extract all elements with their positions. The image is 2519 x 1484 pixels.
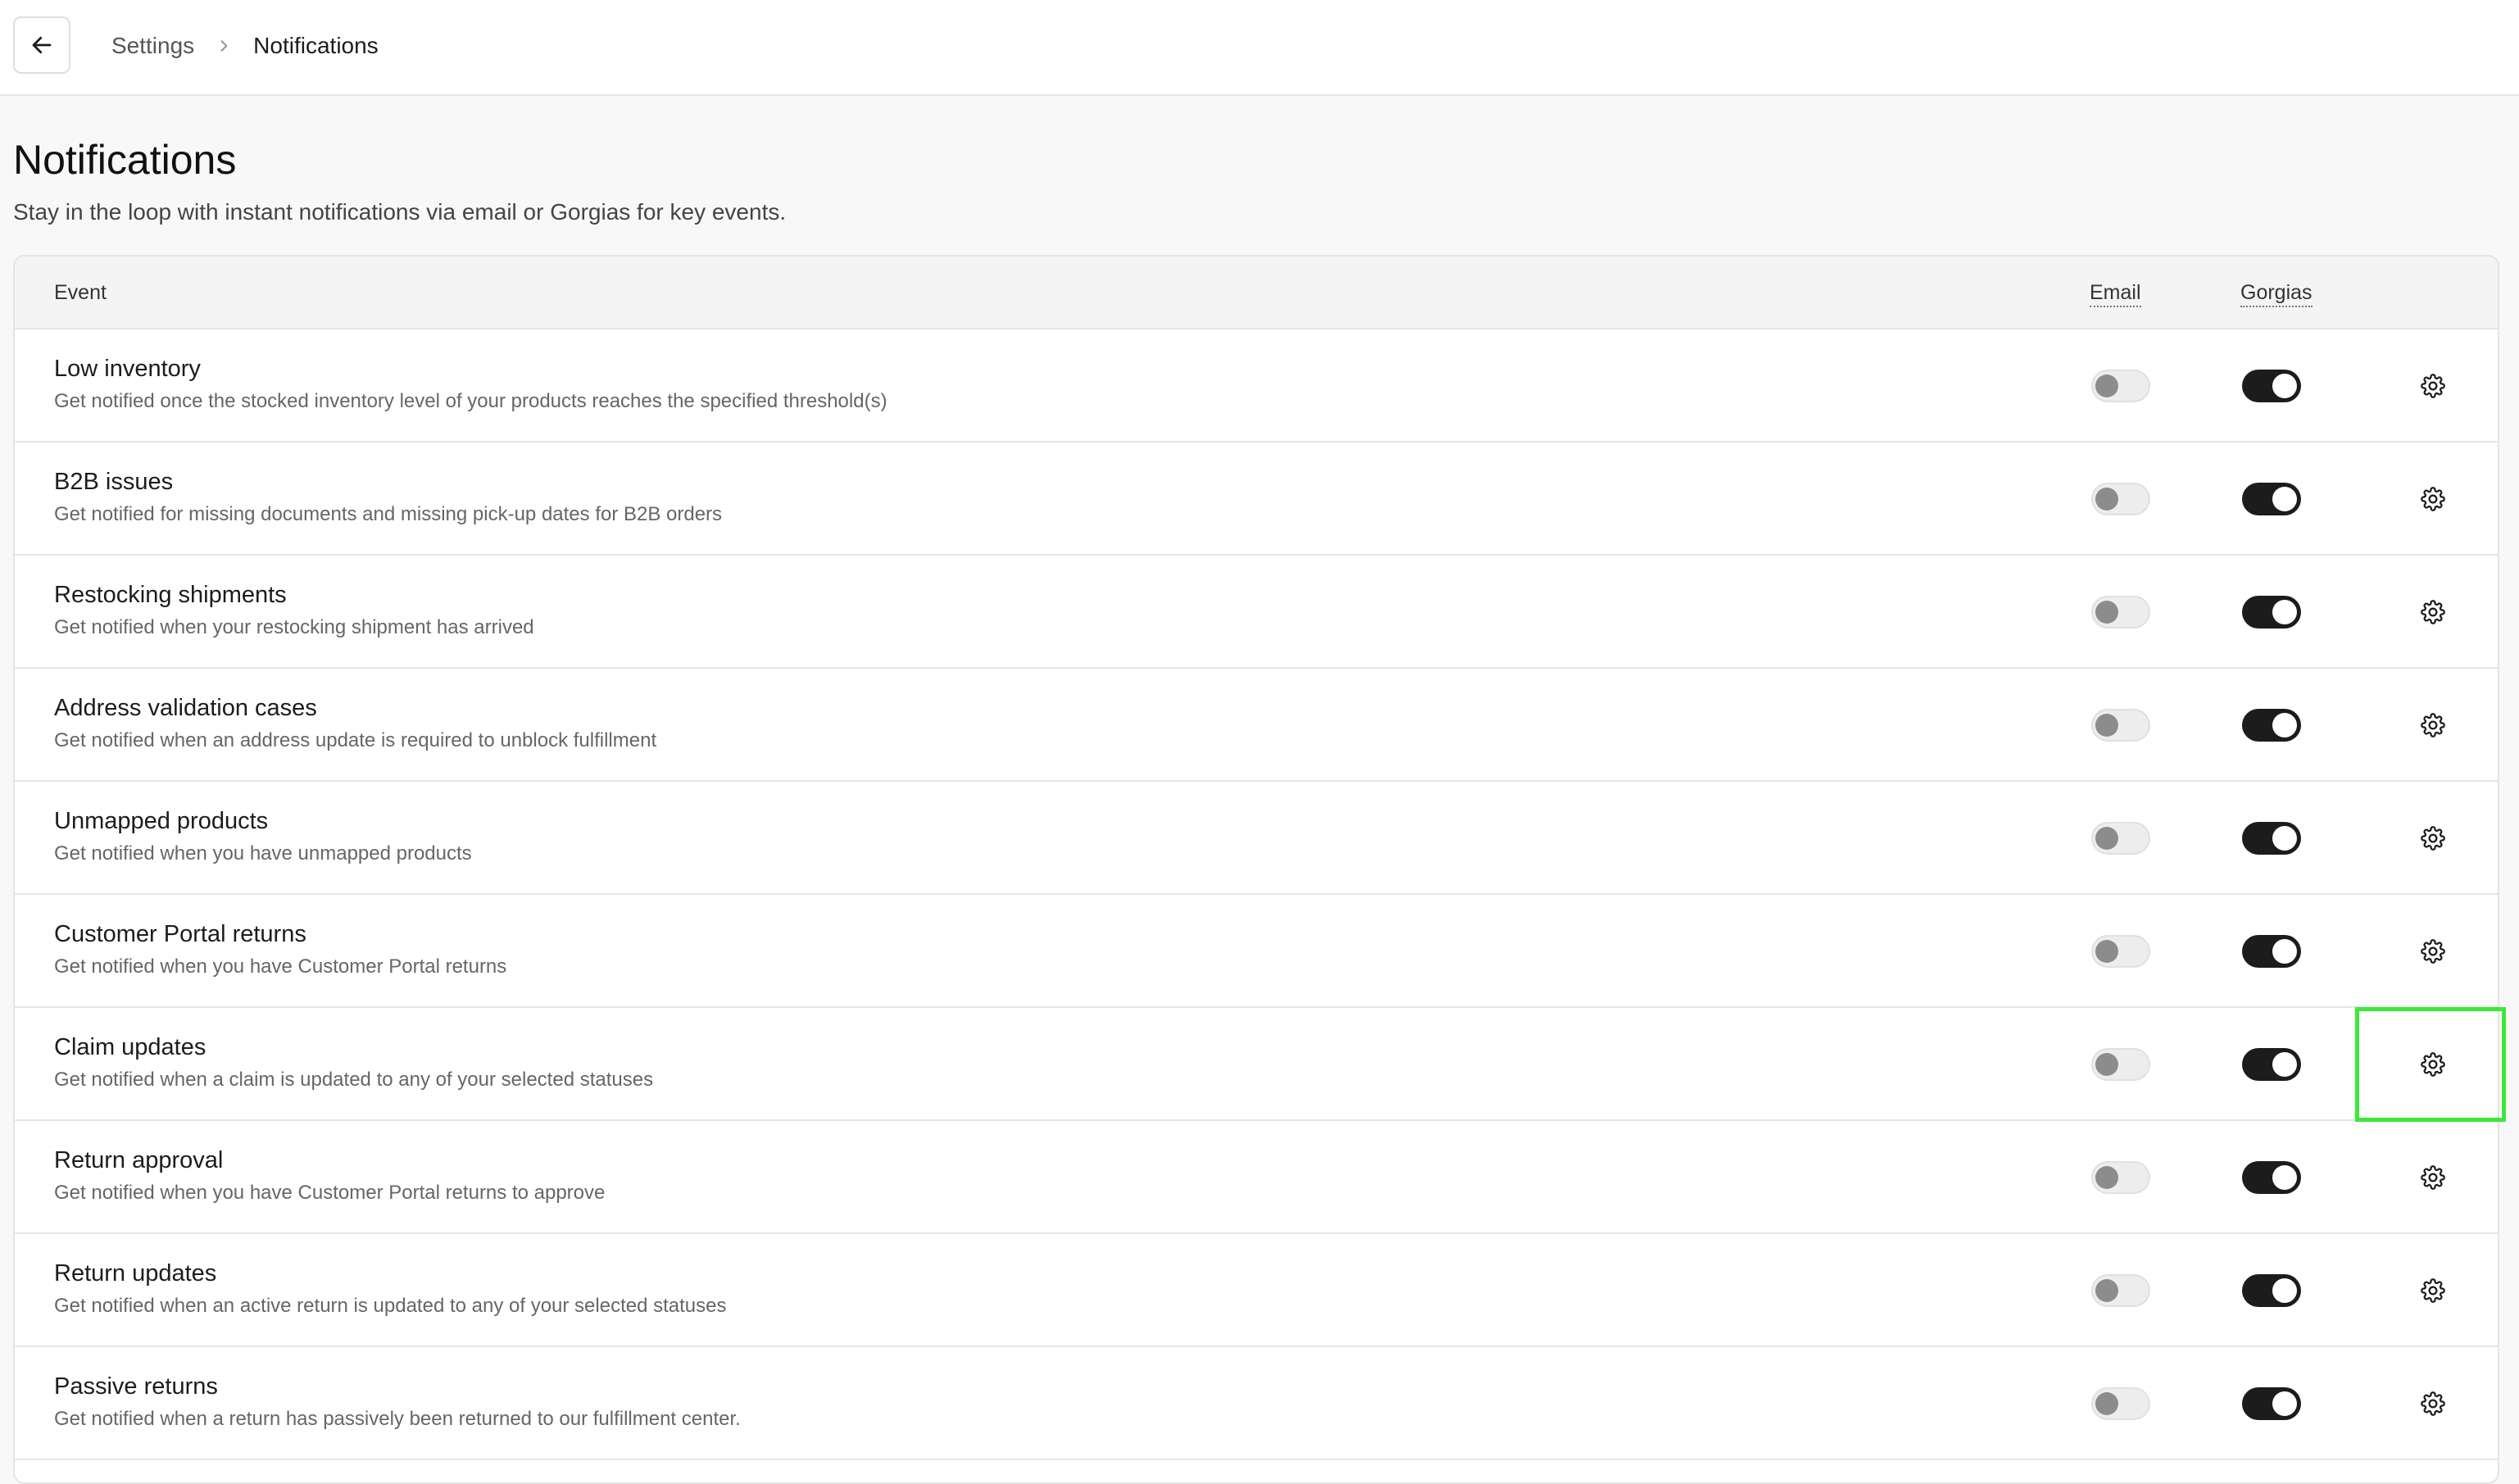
toggle-knob	[2095, 1392, 2118, 1415]
gorgias-toggle[interactable]	[2242, 1274, 2301, 1307]
gear-icon[interactable]	[2416, 1047, 2450, 1082]
gorgias-toggle[interactable]	[2242, 1161, 2301, 1194]
notifications-table: Event Email Gorgias Low inventory Get not…	[13, 255, 2499, 1484]
gear-icon[interactable]	[2416, 482, 2450, 516]
email-toggle[interactable]	[2091, 370, 2150, 402]
email-toggle[interactable]	[2091, 935, 2150, 968]
breadcrumb: Settings Notifications	[111, 0, 379, 92]
table-body: Low inventory Get notified once the stock…	[15, 329, 2498, 1460]
table-row: Return approval Get notified when you hav…	[15, 1121, 2498, 1234]
event-title: Return updates	[54, 1260, 217, 1287]
gear-icon[interactable]	[2416, 369, 2450, 403]
email-toggle[interactable]	[2091, 822, 2150, 855]
table-row: Return updates Get notified when an activ…	[15, 1234, 2498, 1347]
event-description: Get notified when an active return is up…	[54, 1295, 727, 1317]
page-subtitle: Stay in the loop with instant notificati…	[13, 199, 787, 225]
gear-icon[interactable]	[2416, 821, 2450, 855]
event-title: Unmapped products	[54, 808, 269, 834]
event-description: Get notified when you have Customer Port…	[54, 955, 507, 978]
toggle-knob	[2272, 826, 2297, 851]
table-row: Low inventory Get notified once the stock…	[15, 329, 2498, 442]
gear-icon[interactable]	[2416, 1160, 2450, 1195]
breadcrumb-current: Notifications	[253, 33, 379, 58]
toggle-knob	[2095, 1279, 2118, 1302]
toggle-knob	[2272, 600, 2297, 624]
event-description: Get notified once the stocked inventory …	[54, 390, 887, 412]
event-title: Claim updates	[54, 1034, 207, 1060]
email-toggle[interactable]	[2091, 1387, 2150, 1420]
event-description: Get notified when you have unmapped prod…	[54, 842, 472, 865]
event-description: Get notified when an address update is r…	[54, 729, 657, 751]
gorgias-toggle[interactable]	[2242, 483, 2301, 515]
email-toggle[interactable]	[2091, 596, 2150, 629]
table-row: Restocking shipments Get notified when yo…	[15, 556, 2498, 669]
toggle-knob	[2095, 488, 2118, 511]
toggle-knob	[2095, 1053, 2118, 1076]
toggle-knob	[2272, 1165, 2297, 1190]
breadcrumb-settings-link[interactable]: Settings	[111, 33, 194, 59]
toggle-knob	[2272, 1052, 2297, 1077]
column-header-event: Event	[54, 281, 107, 304]
email-toggle[interactable]	[2091, 483, 2150, 515]
table-row: Passive returns Get notified when a retur…	[15, 1347, 2498, 1460]
gorgias-toggle[interactable]	[2242, 596, 2301, 629]
table-row: Customer Portal returns Get notified when…	[15, 895, 2498, 1008]
toggle-knob	[2272, 487, 2297, 511]
table-row: Unmapped products Get notified when you h…	[15, 782, 2498, 895]
event-description: Get notified when you have Customer Port…	[54, 1182, 606, 1204]
event-title: Restocking shipments	[54, 582, 287, 608]
page-title: Notifications	[13, 137, 237, 183]
table-row: B2B issues Get notified for missing docum…	[15, 442, 2498, 556]
toggle-knob	[2272, 1391, 2297, 1416]
toggle-knob	[2095, 827, 2118, 850]
toggle-knob	[2095, 601, 2118, 624]
gorgias-toggle[interactable]	[2242, 1387, 2301, 1420]
column-header-gorgias[interactable]: Gorgias	[2240, 281, 2312, 307]
arrow-left-icon	[32, 36, 52, 54]
gorgias-toggle[interactable]	[2242, 709, 2301, 742]
gorgias-toggle[interactable]	[2242, 822, 2301, 855]
toggle-knob	[2272, 939, 2297, 964]
gear-icon[interactable]	[2416, 708, 2450, 742]
email-toggle[interactable]	[2091, 709, 2150, 742]
email-toggle[interactable]	[2091, 1274, 2150, 1307]
toggle-knob	[2272, 1278, 2297, 1303]
gear-icon[interactable]	[2416, 1273, 2450, 1308]
event-description: Get notified when a return has passively…	[54, 1408, 741, 1430]
event-title: Address validation cases	[54, 695, 317, 721]
gear-icon[interactable]	[2416, 1386, 2450, 1421]
chevron-right-icon	[216, 38, 232, 54]
gorgias-toggle[interactable]	[2242, 935, 2301, 968]
toggle-knob	[2272, 713, 2297, 737]
table-row: Address validation cases Get notified whe…	[15, 669, 2498, 782]
toggle-knob	[2095, 940, 2118, 963]
back-button[interactable]	[13, 16, 70, 74]
toggle-knob	[2095, 1166, 2118, 1189]
toggle-knob	[2095, 374, 2118, 397]
toggle-knob	[2095, 714, 2118, 737]
email-toggle[interactable]	[2091, 1048, 2150, 1081]
table-row: Claim updates Get notified when a claim i…	[15, 1008, 2498, 1121]
event-title: Return approval	[54, 1147, 224, 1173]
top-bar: Settings Notifications	[0, 0, 2519, 96]
email-toggle[interactable]	[2091, 1161, 2150, 1194]
gorgias-toggle[interactable]	[2242, 1048, 2301, 1081]
column-header-email[interactable]: Email	[2090, 281, 2141, 307]
event-title: Low inventory	[54, 356, 201, 382]
toggle-knob	[2272, 374, 2297, 398]
event-title: Passive returns	[54, 1373, 218, 1400]
event-description: Get notified for missing documents and m…	[54, 503, 723, 525]
table-header: Event Email Gorgias	[15, 256, 2498, 329]
gorgias-toggle[interactable]	[2242, 370, 2301, 402]
event-title: Customer Portal returns	[54, 921, 306, 947]
event-title: B2B issues	[54, 469, 174, 495]
event-description: Get notified when a claim is updated to …	[54, 1069, 654, 1091]
gear-icon[interactable]	[2416, 595, 2450, 629]
event-description: Get notified when your restocking shipme…	[54, 616, 534, 638]
gear-icon[interactable]	[2416, 934, 2450, 969]
